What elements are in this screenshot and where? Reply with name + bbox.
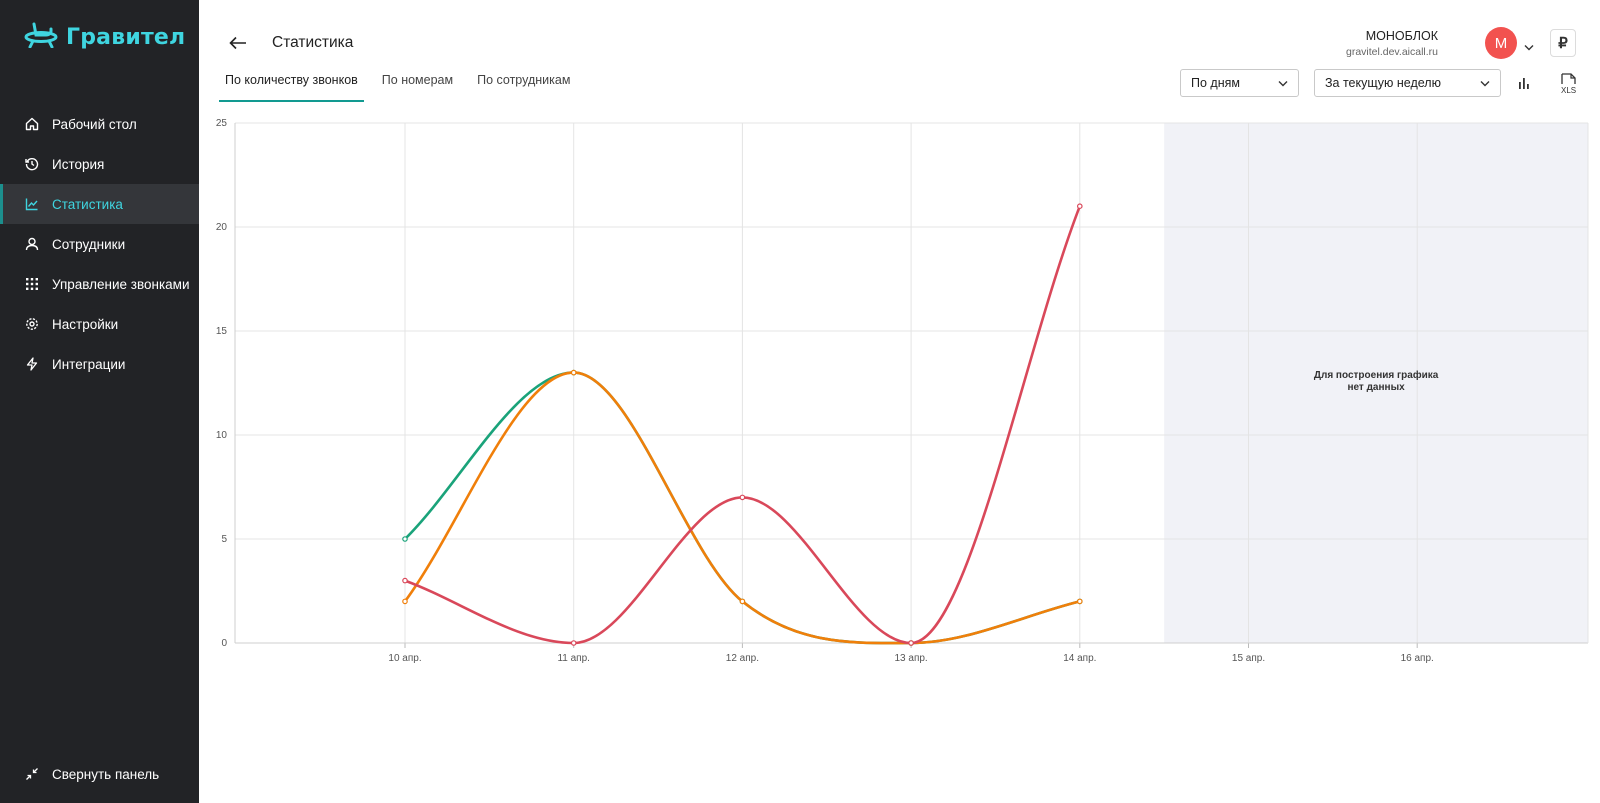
x-tick-label: 16 апр. xyxy=(1401,653,1434,664)
calls-line-chart: 0 5 10 15 20 25 10 апр. 11 апр. 12 апр. 13 апр. 14… xyxy=(216,118,1589,664)
data-point xyxy=(1077,598,1083,605)
data-point xyxy=(908,640,914,646)
data-point xyxy=(402,577,408,584)
x-tick-label: 13 апр. xyxy=(894,653,927,664)
x-tick-label: 10 апр. xyxy=(388,653,421,664)
y-tick-label: 5 xyxy=(221,534,227,545)
no-data-message: Для построения графика xyxy=(1314,369,1439,381)
data-point xyxy=(739,598,746,605)
y-tick-label: 10 xyxy=(216,430,228,441)
x-tick-label: 11 апр. xyxy=(557,653,589,664)
x-tick-label: 15 апр. xyxy=(1232,653,1265,664)
data-point xyxy=(739,494,746,501)
x-tick-label: 14 апр. xyxy=(1063,653,1096,664)
data-point xyxy=(402,598,408,605)
data-point xyxy=(402,536,408,542)
y-tick-label: 20 xyxy=(216,222,228,233)
data-point xyxy=(570,640,577,646)
data-point xyxy=(570,369,577,376)
x-tick-label: 12 апр. xyxy=(726,653,759,664)
y-tick-label: 0 xyxy=(221,638,227,649)
data-point xyxy=(1077,203,1083,210)
y-tick-label: 15 xyxy=(216,326,228,337)
no-data-message: нет данных xyxy=(1347,382,1405,393)
y-tick-label: 25 xyxy=(216,118,228,129)
